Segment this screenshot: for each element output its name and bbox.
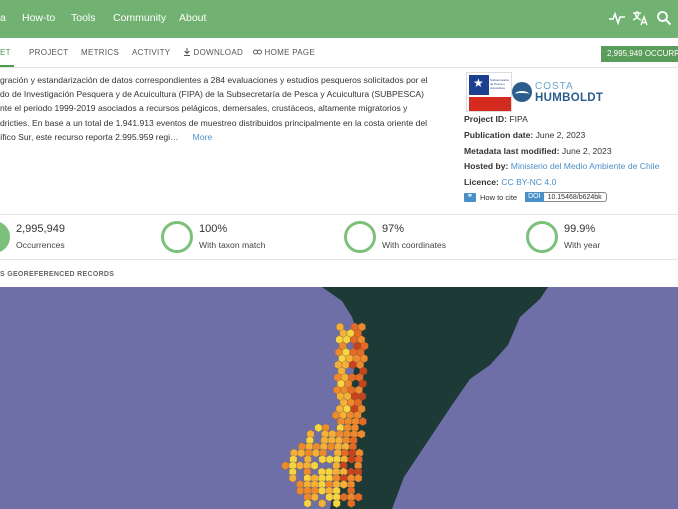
occurrence-hex-cell	[289, 473, 297, 483]
hosted-by-label: Hosted by:	[464, 161, 509, 171]
occurrence-hexbin-layer	[281, 322, 369, 508]
description-line: dricties. En base a un total de 1.941.91…	[0, 117, 428, 128]
occurrences-count: 2,995,949	[16, 223, 65, 235]
doi-link[interactable]: 10.15468/b624bk	[543, 192, 607, 203]
occurrence-map[interactable]	[0, 287, 678, 509]
nav-item-how-to[interactable]: How-to	[22, 12, 55, 24]
occurrence-hex-cell	[296, 486, 304, 496]
logo-humboldt-text: HUMBOLDT	[535, 92, 604, 104]
taxon-match-label: With taxon match	[199, 240, 266, 250]
costa-humboldt-logo: COSTA HUMBOLDT	[512, 80, 604, 106]
government-logo-text: Subsecretaría de Pesca y Acuicultura	[490, 78, 509, 90]
description-truncated-text: ífico Sur, este recurso reporta 2.995.95…	[0, 131, 179, 142]
project-id-row: Project ID: FIPA	[464, 114, 528, 124]
description-line-last: ífico Sur, este recurso reporta 2.995.95…	[0, 130, 442, 144]
citation-row: ❞ How to cite DOI 10.15468/b624bk	[464, 192, 607, 203]
occurrences-label: Occurrences	[16, 240, 65, 250]
occurrence-hex-cell	[297, 448, 306, 458]
taxon-match-progress-ring	[161, 221, 193, 253]
humboldt-logo-mark	[512, 82, 532, 102]
year-progress-ring	[526, 221, 558, 253]
tab-project[interactable]: PROJECT	[29, 48, 68, 57]
occurrences-badge[interactable]: 2,995,949 OCCURRENCES	[601, 46, 678, 62]
licence-row: Licence: CC BY-NC 4.0	[464, 177, 556, 187]
project-id-value: FIPA	[509, 114, 528, 124]
publication-date-label: Publication date:	[464, 130, 534, 140]
coordinates-percent: 97%	[382, 223, 405, 235]
occurrence-hex-cell	[318, 486, 326, 496]
licence-label: Licence:	[464, 177, 499, 187]
project-id-label: Project ID:	[464, 114, 507, 124]
occurrence-hex-cell	[327, 442, 335, 452]
occurrence-hex-cell	[314, 423, 323, 433]
tab-home-page-label: HOME PAGE	[264, 48, 316, 57]
licence-link[interactable]: CC BY-NC 4.0	[501, 177, 556, 187]
tab-home-page[interactable]: HOME PAGE	[253, 48, 315, 57]
logo-costa-text: COSTA	[535, 81, 574, 92]
search-icon[interactable]	[655, 9, 673, 27]
year-percent: 99.9%	[564, 223, 596, 235]
nav-item-about[interactable]: About	[179, 12, 206, 24]
nav-item-data[interactable]: a	[0, 12, 6, 24]
description-line: gración y estandarización de datos corre…	[0, 75, 428, 85]
occurrence-hex-cell	[310, 461, 319, 470]
description-line: do de Investigación Pesquera y de Acuicu…	[0, 89, 425, 100]
nav-item-community[interactable]: Community	[113, 12, 166, 24]
year-label: With year	[564, 240, 601, 250]
occurrence-hex-cell	[281, 461, 290, 470]
government-logo: ★ Subsecretaría de Pesca y Acuicultura	[466, 72, 512, 112]
hosted-by-row: Hosted by: Ministerio del Medio Ambiente…	[464, 161, 659, 171]
metadata-modified-label: Metadata last modified:	[464, 146, 560, 156]
tab-activity[interactable]: ACTIVITY	[132, 48, 170, 57]
hosted-by-link[interactable]: Ministerio del Medio Ambiente de Chile	[511, 161, 660, 171]
occurrence-hex-cell	[312, 448, 320, 458]
activity-icon[interactable]	[608, 9, 626, 27]
taxon-match-percent: 100%	[199, 223, 228, 235]
occurrence-hex-cell	[296, 461, 304, 470]
metadata-modified-value: June 2, 2023	[561, 146, 612, 156]
doi-label: DOI	[525, 192, 544, 203]
map-canvas	[281, 287, 548, 509]
quote-icon: ❞	[464, 192, 476, 202]
tab-download-label: DOWNLOAD	[193, 48, 244, 57]
occurrence-hex-cell	[318, 454, 327, 464]
tab-dataset[interactable]: ET	[0, 48, 11, 57]
georeferenced-records-heading: S GEOREFERENCED RECORDS	[0, 271, 115, 278]
metadata-modified-row: Metadata last modified: June 2, 2023	[464, 146, 612, 156]
occurrence-hex-cell	[325, 454, 334, 464]
tab-download[interactable]: DOWNLOAD	[183, 48, 243, 57]
description-line: nte el periodo 1999-2019 asociados a rec…	[0, 103, 408, 114]
dataset-stats-bar: 2,995,949 Occurrences 100% With taxon ma…	[0, 214, 678, 260]
active-tab-indicator	[0, 65, 14, 67]
top-navigation-bar: a How-to Tools Community About	[0, 0, 678, 38]
occurrence-hex-cell	[311, 492, 319, 502]
dataset-description: gración y estandarización de datos corre…	[0, 73, 442, 144]
occurrences-progress-ring	[0, 221, 10, 253]
how-to-cite-link[interactable]: How to cite	[480, 193, 517, 202]
occurrence-hex-cell	[318, 499, 326, 508]
publication-date-row: Publication date: June 2, 2023	[464, 130, 585, 140]
download-icon	[184, 48, 190, 56]
more-link[interactable]: More	[193, 132, 213, 142]
dataset-tabs: ET PROJECT METRICS ACTIVITY DOWNLOAD HOM…	[0, 38, 678, 68]
publication-date-value: June 2, 2023	[535, 130, 586, 140]
nav-item-tools[interactable]: Tools	[71, 12, 96, 24]
occurrence-hex-cell	[303, 499, 312, 508]
translate-icon[interactable]	[631, 9, 649, 27]
coordinates-progress-ring	[344, 221, 376, 253]
tab-metrics[interactable]: METRICS	[81, 48, 119, 57]
link-icon	[253, 49, 262, 55]
coordinates-label: With coordinates	[382, 240, 447, 250]
